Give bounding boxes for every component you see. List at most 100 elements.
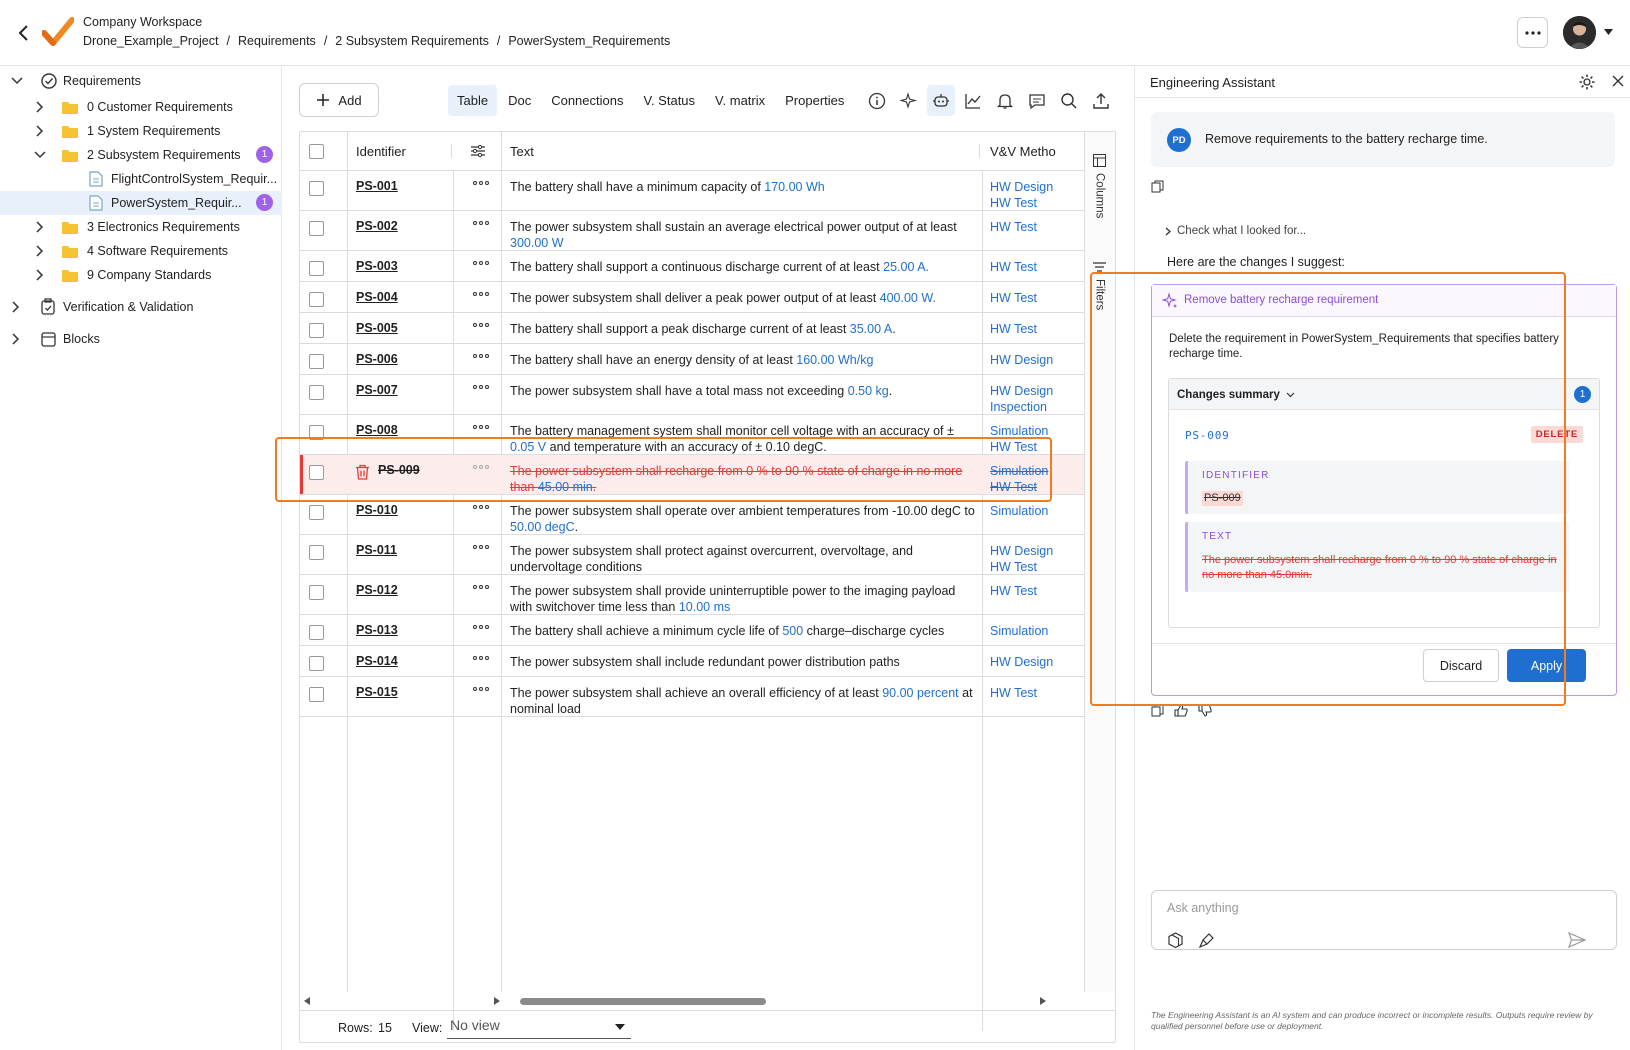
- requirement-text[interactable]: The battery shall support a continuous d…: [510, 259, 980, 275]
- sidebar-item-powersystem[interactable]: PowerSystem_Requir... 1: [0, 191, 282, 215]
- row-actions-icon[interactable]: [473, 354, 489, 358]
- row-actions-icon[interactable]: [473, 261, 489, 265]
- vv-method[interactable]: HW Design: [990, 352, 1080, 368]
- chevron-right-icon[interactable]: [33, 268, 47, 282]
- table-row[interactable]: PS-013 The battery shall achieve a minimu…: [300, 615, 1084, 646]
- copy-icon[interactable]: [1151, 180, 1164, 193]
- breadcrumb-requirements[interactable]: Requirements: [238, 34, 316, 48]
- parameter-value[interactable]: 25.00 A.: [883, 260, 929, 274]
- table-row[interactable]: PS-014 The power subsystem shall include …: [300, 646, 1084, 677]
- requirement-identifier[interactable]: PS-011: [356, 543, 397, 557]
- requirement-text[interactable]: The battery shall have an energy density…: [510, 352, 980, 368]
- vv-method[interactable]: Simulation: [990, 503, 1080, 519]
- upload-icon[interactable]: [1087, 85, 1115, 116]
- row-actions-icon[interactable]: [473, 687, 489, 691]
- sidebar-item-electronics-requirements[interactable]: 3 Electronics Requirements: [0, 215, 282, 239]
- parameter-value[interactable]: 45.00 min: [538, 480, 593, 494]
- vv-method[interactable]: HW Test: [990, 321, 1080, 337]
- parameter-value[interactable]: 500: [782, 624, 803, 638]
- parameter-value[interactable]: 90.00 percent: [882, 686, 958, 700]
- vv-method-value[interactable]: HW Design: [990, 179, 1080, 195]
- row-checkbox[interactable]: [309, 505, 324, 520]
- row-checkbox[interactable]: [309, 687, 324, 702]
- requirement-text[interactable]: The battery shall have a minimum capacit…: [510, 179, 980, 195]
- chevron-right-icon[interactable]: [33, 124, 47, 138]
- vv-method-value[interactable]: Simulation: [990, 623, 1080, 639]
- row-actions-icon[interactable]: [473, 323, 489, 327]
- row-checkbox[interactable]: [309, 261, 324, 276]
- breadcrumb-subsystem[interactable]: 2 Subsystem Requirements: [335, 34, 489, 48]
- requirement-identifier[interactable]: PS-009: [378, 463, 420, 477]
- chart-icon[interactable]: [959, 85, 987, 116]
- select-all-checkbox[interactable]: [309, 143, 324, 159]
- chevron-right-icon[interactable]: [9, 332, 23, 346]
- vv-method-value[interactable]: HW Test: [990, 479, 1080, 495]
- vv-method-value[interactable]: HW Design: [990, 383, 1080, 399]
- requirement-identifier[interactable]: PS-012: [356, 583, 398, 597]
- row-checkbox[interactable]: [309, 625, 324, 640]
- tab-connections[interactable]: Connections: [542, 85, 632, 116]
- sidebar-item-company-standards[interactable]: 9 Company Standards: [0, 263, 282, 287]
- requirement-identifier[interactable]: PS-005: [356, 321, 398, 335]
- horizontal-scrollbar[interactable]: [300, 992, 1084, 1010]
- vv-method-value[interactable]: HW Test: [990, 321, 1080, 337]
- vv-method-value[interactable]: HW Design: [990, 352, 1080, 368]
- row-checkbox[interactable]: [309, 385, 324, 400]
- table-row[interactable]: PS-012 The power subsystem shall provide …: [300, 575, 1084, 615]
- requirement-identifier[interactable]: PS-006: [356, 352, 398, 366]
- requirement-identifier[interactable]: PS-003: [356, 259, 398, 273]
- requirement-text[interactable]: The power subsystem shall achieve an ove…: [510, 685, 980, 717]
- parameter-value[interactable]: 50.00 degC: [510, 520, 575, 534]
- breadcrumb-current[interactable]: PowerSystem_Requirements: [508, 34, 670, 48]
- vv-method[interactable]: HW Test: [990, 290, 1080, 306]
- requirement-text[interactable]: The battery management system shall moni…: [510, 423, 980, 455]
- requirement-text[interactable]: The power subsystem shall sustain an ave…: [510, 219, 980, 251]
- vv-method-value[interactable]: Simulation: [990, 423, 1080, 439]
- parameter-value[interactable]: 300.00 W: [510, 236, 564, 250]
- requirement-identifier[interactable]: PS-010: [356, 503, 398, 517]
- requirement-text[interactable]: The power subsystem shall operate over a…: [510, 503, 980, 535]
- parameter-value[interactable]: 35.00 A: [850, 322, 892, 336]
- row-checkbox[interactable]: [309, 221, 324, 236]
- row-checkbox[interactable]: [309, 292, 324, 307]
- sidebar-item-verification[interactable]: Verification & Validation: [0, 295, 282, 319]
- trash-icon[interactable]: [355, 464, 370, 480]
- table-row[interactable]: PS-008 The battery management system shal…: [300, 415, 1084, 455]
- vv-method-value[interactable]: Inspection: [990, 399, 1080, 415]
- chevron-down-icon[interactable]: [33, 148, 47, 162]
- sidebar-item-requirements[interactable]: Requirements: [0, 69, 282, 93]
- changed-item-link[interactable]: PS-009: [1185, 429, 1230, 442]
- requirement-text[interactable]: The power subsystem shall include redund…: [510, 654, 980, 670]
- vv-method[interactable]: HW Test: [990, 583, 1080, 599]
- parameter-value[interactable]: 0.05 V: [510, 440, 546, 454]
- requirement-identifier[interactable]: PS-002: [356, 219, 398, 233]
- sidebar-item-customer-requirements[interactable]: 0 Customer Requirements: [0, 95, 282, 119]
- search-icon[interactable]: [1055, 85, 1083, 116]
- requirement-text[interactable]: The battery shall achieve a minimum cycl…: [510, 623, 980, 639]
- row-checkbox[interactable]: [309, 545, 324, 560]
- changes-summary-toggle[interactable]: Changes summary: [1177, 389, 1295, 401]
- parameter-value[interactable]: 0.50 kg: [848, 384, 889, 398]
- vv-method-value[interactable]: HW Test: [990, 559, 1080, 575]
- close-icon[interactable]: [1612, 75, 1624, 87]
- parameter-value[interactable]: 400.00 W.: [880, 291, 936, 305]
- column-divider[interactable]: [979, 144, 980, 158]
- tab-doc[interactable]: Doc: [499, 85, 540, 116]
- user-avatar[interactable]: [1563, 16, 1596, 49]
- table-row[interactable]: PS-011 The power subsystem shall protect …: [300, 535, 1084, 575]
- table-row[interactable]: PS-007 The power subsystem shall have a t…: [300, 375, 1084, 415]
- column-settings-icon[interactable]: [470, 132, 486, 170]
- requirement-identifier[interactable]: PS-007: [356, 383, 398, 397]
- vv-method-value[interactable]: HW Test: [990, 195, 1080, 211]
- thumbs-down-icon[interactable]: [1198, 704, 1212, 717]
- row-actions-icon[interactable]: [473, 465, 489, 469]
- table-row[interactable]: PS-006 The battery shall have an energy d…: [300, 344, 1084, 375]
- requirement-identifier[interactable]: PS-001: [356, 179, 398, 193]
- clear-brush-icon[interactable]: [1198, 932, 1215, 949]
- sidebar-item-software-requirements[interactable]: 4 Software Requirements: [0, 239, 282, 263]
- requirement-text[interactable]: The power subsystem shall have a total m…: [510, 383, 980, 399]
- vv-method[interactable]: HW Test: [990, 685, 1080, 701]
- more-options-button[interactable]: [1517, 17, 1548, 48]
- row-actions-icon[interactable]: [473, 505, 489, 509]
- vv-method[interactable]: HW Design HW Test: [990, 179, 1080, 211]
